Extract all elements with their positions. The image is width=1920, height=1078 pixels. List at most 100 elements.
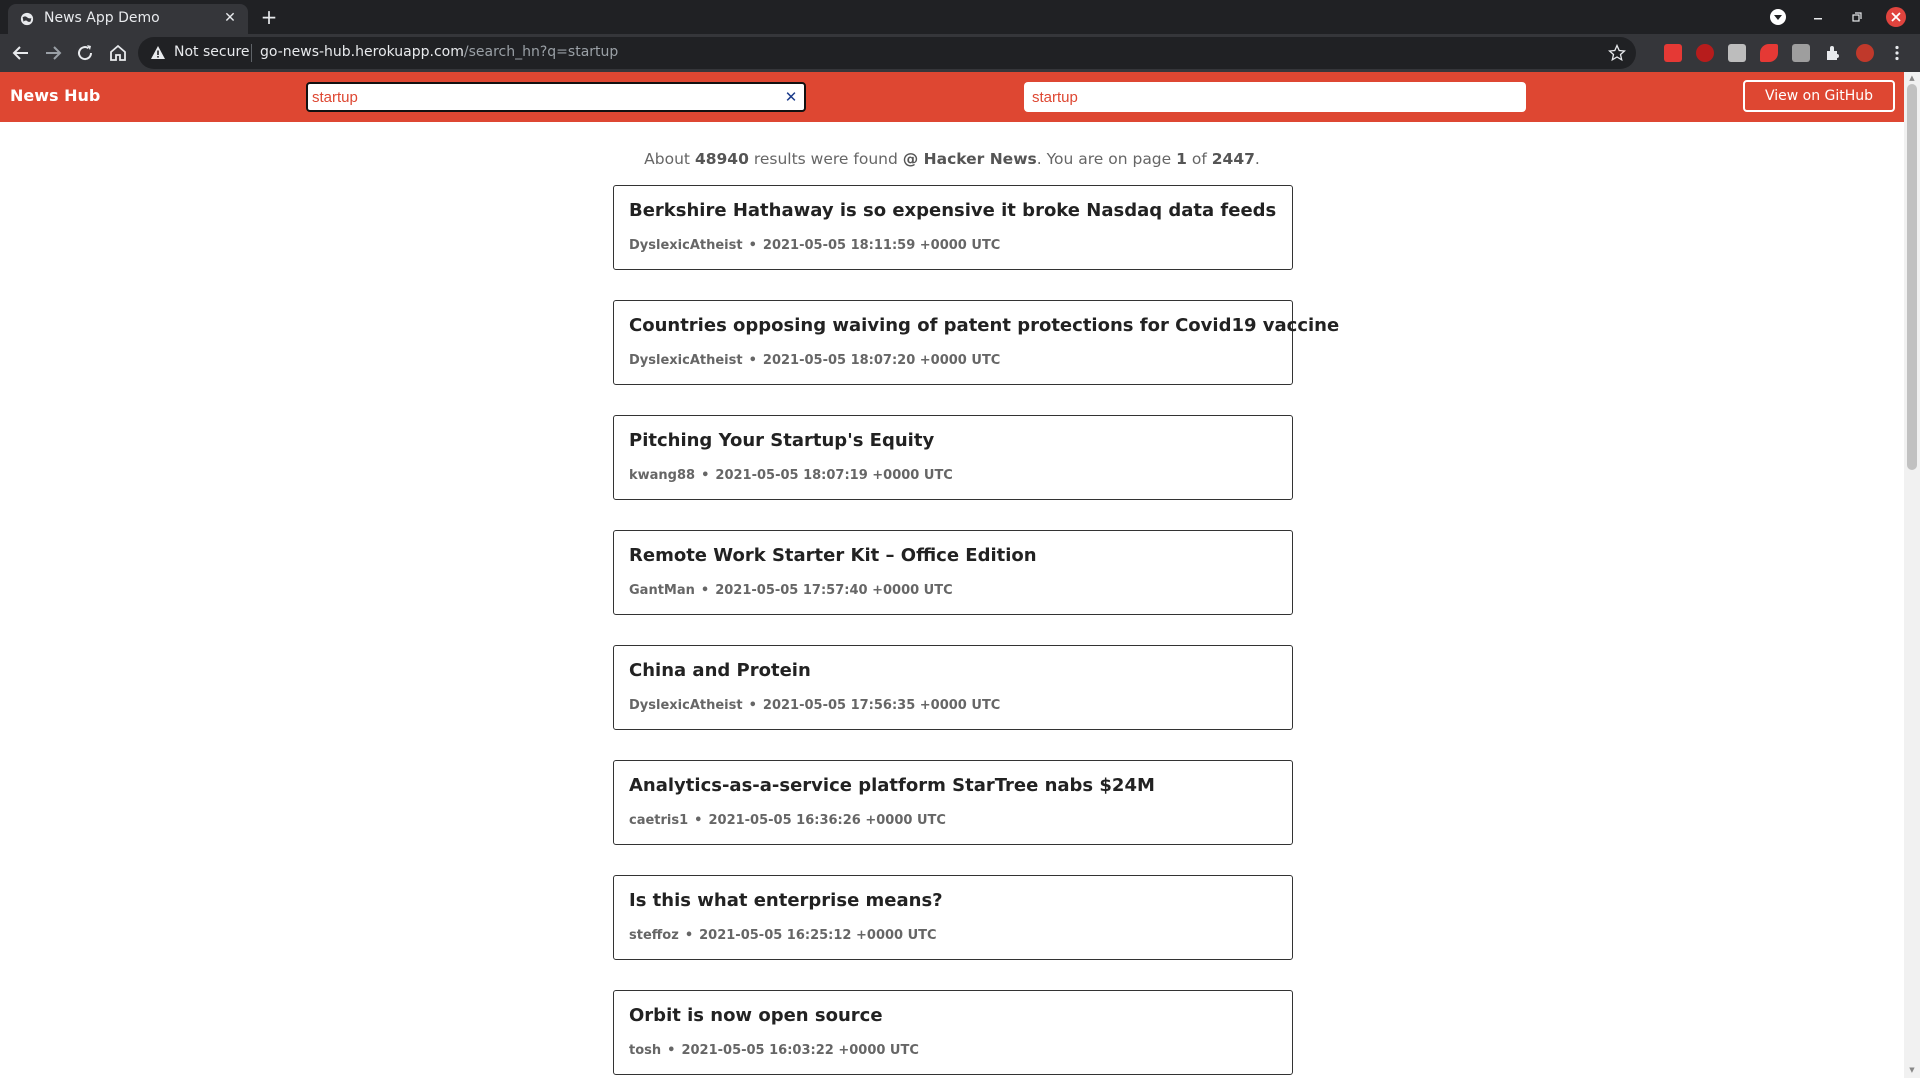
results-source: @ Hacker News	[902, 150, 1037, 168]
results-summary: About 48940 results were found @ Hacker …	[0, 150, 1904, 168]
avatar[interactable]	[1856, 44, 1874, 62]
search-box-primary[interactable]: ✕	[306, 82, 806, 112]
search-input-secondary[interactable]	[1028, 84, 1488, 110]
result-card[interactable]: Is this what enterprise means? steffoz • 2…	[613, 875, 1293, 960]
result-title[interactable]: Countries opposing waiving of patent pro…	[629, 315, 1339, 336]
result-title[interactable]: Berkshire Hathaway is so expensive it br…	[629, 200, 1276, 221]
back-icon[interactable]	[9, 41, 33, 65]
reload-icon[interactable]	[73, 41, 97, 65]
separator-dot: •	[701, 468, 710, 483]
summary-page-text: . You are on page	[1036, 150, 1172, 168]
results-list: Berkshire Hathaway is so expensive it br…	[613, 185, 1339, 1078]
result-author: DyslexicAtheist	[629, 353, 743, 368]
separator-dot: •	[667, 1043, 676, 1058]
result-date: 2021-05-05 17:56:35 +0000 UTC	[762, 698, 1001, 713]
summary-prefix: About	[644, 150, 690, 168]
scrollbar-thumb[interactable]	[1907, 84, 1917, 470]
result-title[interactable]: Pitching Your Startup's Equity	[629, 430, 934, 451]
separator-dot: •	[684, 928, 694, 943]
result-meta: GantMan • 2021-05-05 17:57:40 +0000 UTC	[629, 583, 953, 598]
url-text[interactable]: go-news-hub.herokuapp.com/search_hn?q=st…	[260, 44, 618, 60]
browser-toolbar: Not secure go-news-hub.herokuapp.com/sea…	[0, 34, 1920, 72]
warning-icon	[151, 46, 165, 59]
result-author: tosh	[629, 1043, 662, 1058]
window-close-icon[interactable]	[1884, 5, 1908, 29]
result-date: 2021-05-05 16:25:12 +0000 UTC	[699, 928, 937, 943]
result-card[interactable]: Remote Work Starter Kit – Office Edition…	[613, 530, 1293, 615]
search-box-secondary[interactable]	[1024, 82, 1526, 112]
restore-icon[interactable]	[1845, 5, 1869, 29]
result-meta: DyslexicAtheist • 2021-05-05 18:11:59 +000…	[629, 238, 1000, 253]
current-page: 1	[1176, 150, 1187, 168]
security-label[interactable]: Not secure	[174, 44, 250, 60]
tab-title: News App Demo	[44, 10, 160, 26]
result-date: 2021-05-05 16:36:26 +0000 UTC	[708, 813, 946, 828]
url-path: /search_hn?q=startup	[463, 44, 619, 60]
result-author: kwang88	[629, 468, 696, 483]
forward-icon[interactable]	[41, 41, 65, 65]
ublock-icon[interactable]	[1696, 44, 1714, 62]
separator-dot: •	[748, 698, 757, 713]
result-date: 2021-05-05 17:57:40 +0000 UTC	[715, 583, 953, 598]
result-card[interactable]: Orbit is now open source tosh • 2021-05-05…	[613, 990, 1293, 1075]
scroll-up-arrow-icon[interactable]: ▲	[1907, 74, 1917, 82]
result-meta: DyslexicAtheist • 2021-05-05 17:56:35 +000…	[629, 698, 1000, 713]
result-title[interactable]: Remote Work Starter Kit – Office Edition	[629, 545, 1037, 566]
result-title[interactable]: China and Protein	[629, 660, 811, 681]
omnibox-divider	[251, 44, 252, 62]
scroll-down-arrow-icon[interactable]: ▼	[1907, 1066, 1917, 1074]
new-tab-plus-icon[interactable]: +	[258, 6, 280, 28]
summary-mid: results were found	[753, 150, 898, 168]
app-navbar: News Hub ✕ View on GitHub	[0, 72, 1904, 122]
home-icon[interactable]	[106, 41, 130, 65]
separator-dot: •	[748, 353, 757, 368]
result-meta: tosh • 2021-05-05 16:03:22 +0000 UTC	[629, 1043, 919, 1058]
browser-tab-bar: News App Demo ✕ +	[0, 0, 1920, 34]
tab-close-icon[interactable]: ✕	[220, 8, 240, 28]
result-card[interactable]: China and Protein DyslexicAtheist • 2021-0…	[613, 645, 1293, 730]
result-date: 2021-05-05 18:07:19 +0000 UTC	[715, 468, 953, 483]
search-input[interactable]	[308, 84, 768, 110]
menu-icon[interactable]	[1888, 44, 1906, 62]
result-card[interactable]: Analytics-as-a-service platform StarTree…	[613, 760, 1293, 845]
clear-search-icon[interactable]: ✕	[782, 88, 800, 106]
view-on-github-button[interactable]: View on GitHub	[1743, 80, 1895, 112]
result-meta: steffoz • 2021-05-05 16:25:12 +0000 UTC	[629, 928, 937, 943]
extension-red-icon[interactable]	[1664, 44, 1682, 62]
separator-dot: •	[694, 813, 703, 828]
result-title[interactable]: Analytics-as-a-service platform StarTree…	[629, 775, 1155, 796]
result-meta: kwang88 • 2021-05-05 18:07:19 +0000 UTC	[629, 468, 953, 483]
brand-logo[interactable]: News Hub	[10, 86, 100, 105]
result-author: steffoz	[629, 928, 679, 943]
result-author: caetris1	[629, 813, 689, 828]
profile-dropdown-icon[interactable]	[1766, 5, 1790, 29]
globe-icon	[20, 12, 34, 26]
browser-tab[interactable]: News App Demo ✕	[8, 4, 248, 34]
result-card[interactable]: Berkshire Hathaway is so expensive it br…	[613, 185, 1293, 270]
summary-of: of	[1191, 150, 1207, 168]
total-pages: 2447	[1211, 150, 1255, 168]
extension-pin-icon[interactable]	[1760, 44, 1778, 62]
result-meta: caetris1 • 2021-05-05 16:36:26 +0000 UTC	[629, 813, 946, 828]
result-author: DyslexicAtheist	[629, 238, 743, 253]
summary-end: .	[1254, 150, 1260, 168]
separator-dot: •	[700, 583, 710, 598]
star-icon[interactable]	[1608, 44, 1626, 62]
result-date: 2021-05-05 18:11:59 +0000 UTC	[762, 238, 1001, 253]
result-card[interactable]: Countries opposing waiving of patent pro…	[613, 300, 1339, 385]
result-author: DyslexicAtheist	[629, 698, 743, 713]
url-host: go-news-hub.herokuapp.com	[260, 44, 464, 60]
result-card[interactable]: Pitching Your Startup's Equity kwang88 • 2…	[613, 415, 1293, 500]
result-date: 2021-05-05 18:07:20 +0000 UTC	[762, 353, 1001, 368]
result-title[interactable]: Orbit is now open source	[629, 1005, 883, 1026]
result-date: 2021-05-05 16:03:22 +0000 UTC	[681, 1043, 919, 1058]
minimize-icon[interactable]	[1806, 5, 1830, 29]
results-count: 48940	[694, 150, 749, 168]
result-title[interactable]: Is this what enterprise means?	[629, 890, 943, 911]
result-author: GantMan	[629, 583, 695, 598]
address-bar[interactable]: Not secure go-news-hub.herokuapp.com/sea…	[138, 37, 1636, 69]
separator-dot: •	[748, 238, 757, 253]
extension-gray-icon[interactable]	[1728, 44, 1746, 62]
extensions-icon[interactable]	[1824, 44, 1842, 62]
extension-translate-icon[interactable]	[1792, 44, 1810, 62]
